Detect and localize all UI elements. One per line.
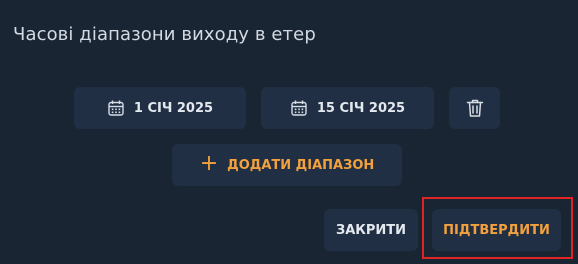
broadcast-time-ranges-dialog: Часові діапазони виходу в етер 1 СІЧ 202…	[0, 0, 578, 264]
plus-icon: +	[199, 151, 219, 176]
close-button[interactable]: ЗАКРИТИ	[324, 209, 418, 251]
start-date-label: 1 СІЧ 2025	[133, 100, 214, 116]
dialog-title: Часові діапазони виходу в етер	[13, 24, 316, 45]
calendar-icon	[290, 99, 308, 117]
calendar-icon	[107, 99, 125, 117]
end-date-label: 15 СІЧ 2025	[316, 100, 406, 116]
add-range-button[interactable]: + ДОДАТИ ДІАПАЗОН	[172, 144, 402, 186]
close-label: ЗАКРИТИ	[335, 222, 407, 238]
start-date-button[interactable]: 1 СІЧ 2025	[74, 87, 246, 129]
delete-range-button[interactable]	[449, 87, 500, 129]
add-range-label: ДОДАТИ ДІАПАЗОН	[227, 157, 375, 173]
confirm-button[interactable]: ПІДТВЕРДИТИ	[432, 209, 561, 251]
confirm-label: ПІДТВЕРДИТИ	[443, 222, 550, 238]
trash-icon	[466, 98, 484, 118]
end-date-button[interactable]: 15 СІЧ 2025	[261, 87, 434, 129]
